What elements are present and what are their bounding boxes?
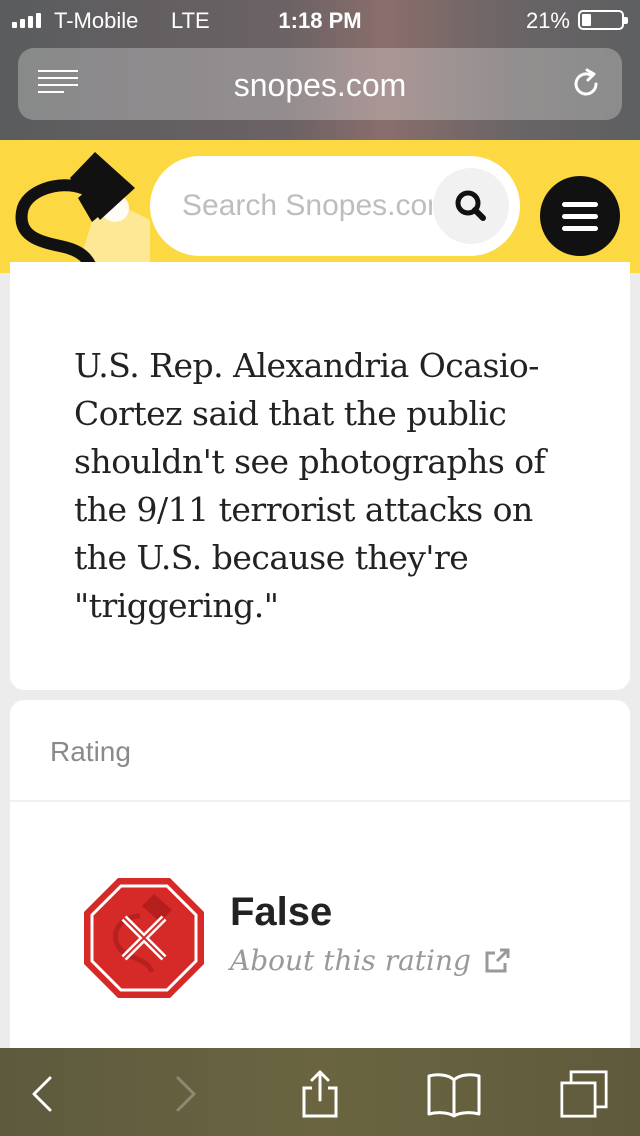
hamburger-menu-button[interactable] bbox=[540, 176, 620, 256]
forward-icon[interactable] bbox=[160, 1070, 208, 1118]
battery-percentage: 21% bbox=[525, 8, 570, 33]
rating-card: Rating False About this rating bbox=[10, 700, 630, 1060]
about-rating-label[interactable]: About this rating bbox=[230, 944, 471, 977]
share-icon[interactable] bbox=[296, 1070, 344, 1118]
about-rating-link[interactable]: About this rating bbox=[230, 944, 511, 977]
status-bar: T-Mobile LTE 1:18 PM 21% bbox=[0, 0, 640, 40]
search-box bbox=[150, 156, 520, 256]
site-header bbox=[0, 140, 640, 273]
external-link-icon[interactable] bbox=[483, 947, 511, 975]
tabs-icon[interactable] bbox=[558, 1070, 610, 1118]
snopes-logo[interactable] bbox=[0, 140, 150, 273]
hamburger-menu-icon bbox=[562, 202, 598, 207]
browser-toolbar bbox=[0, 1048, 640, 1136]
bookmarks-icon[interactable] bbox=[426, 1070, 482, 1118]
back-icon[interactable] bbox=[20, 1070, 68, 1118]
claim-card: U.S. Rep. Alexandria Ocasio-Cortez said … bbox=[10, 262, 630, 690]
false-rating-icon bbox=[84, 878, 204, 998]
rating-heading: Rating bbox=[50, 736, 131, 767]
divider bbox=[10, 800, 630, 802]
battery-icon bbox=[578, 10, 628, 30]
address-bar[interactable]: snopes.com bbox=[18, 48, 622, 120]
reload-icon[interactable] bbox=[568, 66, 604, 102]
browser-chrome: T-Mobile LTE 1:18 PM 21% snopes.com bbox=[0, 0, 640, 140]
claim-text: U.S. Rep. Alexandria Ocasio-Cortez said … bbox=[74, 346, 546, 625]
rating-value: False bbox=[230, 890, 333, 934]
search-button[interactable] bbox=[433, 168, 509, 244]
url-text[interactable]: snopes.com bbox=[18, 67, 622, 104]
search-input[interactable] bbox=[182, 186, 432, 226]
search-icon bbox=[455, 190, 486, 221]
